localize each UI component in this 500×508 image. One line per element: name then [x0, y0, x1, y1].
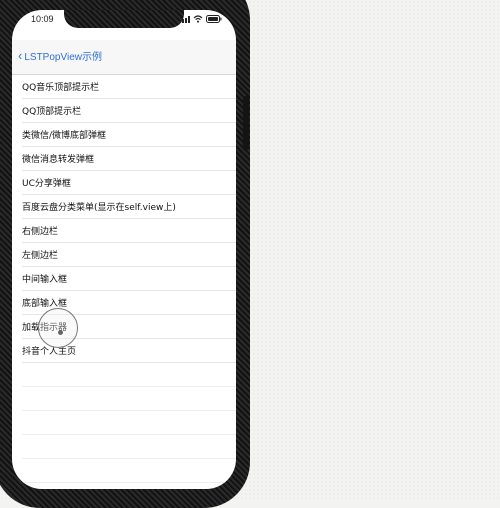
list-item-uc-share[interactable]: UC分享弹框 — [22, 171, 236, 195]
signal-icon — [179, 15, 190, 23]
list-item-center-input[interactable]: 中间输入框 — [22, 267, 236, 291]
list-item-label: 左侧边栏 — [22, 251, 59, 261]
list-item-label: 百度云盘分类菜单(显示在self.view上) — [22, 203, 176, 213]
phone-side-button — [243, 96, 249, 150]
empty-row — [22, 363, 236, 387]
list-item-label: QQ音乐顶部提示栏 — [22, 83, 100, 93]
popview-demo-list: QQ音乐顶部提示栏 QQ顶部提示栏 类微信/微博底部弹框 微信消息转发弹框 UC… — [12, 75, 236, 483]
list-item-qq-music-top-bar[interactable]: QQ音乐顶部提示栏 — [22, 75, 236, 99]
list-item-wechat-bottom-sheet[interactable]: 类微信/微博底部弹框 — [22, 123, 236, 147]
list-item-baidu-menu[interactable]: 百度云盘分类菜单(显示在self.view上) — [22, 195, 236, 219]
chevron-left-icon: ‹ — [18, 48, 23, 63]
list-item-qq-top-bar[interactable]: QQ顶部提示栏 — [22, 99, 236, 123]
list-item-left-sidebar[interactable]: 左侧边栏 — [22, 243, 236, 267]
list-item-label: 底部输入框 — [22, 299, 68, 309]
list-item-wechat-forward[interactable]: 微信消息转发弹框 — [22, 147, 236, 171]
navigation-bar: ‹ LSTPopView示例 — [12, 40, 236, 75]
list-item-label: 类微信/微博底部弹框 — [22, 131, 107, 141]
empty-row — [22, 435, 236, 459]
list-item-label: 右侧边栏 — [22, 227, 59, 237]
list-item-label: UC分享弹框 — [22, 179, 71, 189]
wifi-icon — [193, 15, 203, 23]
list-item-right-sidebar[interactable]: 右侧边栏 — [22, 219, 236, 243]
empty-row — [22, 411, 236, 435]
notch — [64, 10, 184, 28]
back-button[interactable]: ‹ LSTPopView示例 — [18, 48, 102, 63]
phone-screen: 10:09 ‹ LSTPopView示例 QQ音乐顶部提示栏 QQ顶部提示栏 类… — [12, 10, 236, 489]
back-button-label: LSTPopView示例 — [24, 52, 102, 63]
status-time: 10:09 — [31, 14, 54, 24]
list-item-label: 微信消息转发弹框 — [22, 155, 95, 165]
list-item-label: QQ顶部提示栏 — [22, 107, 82, 117]
empty-row — [22, 387, 236, 411]
list-item-label: 中间输入框 — [22, 275, 68, 285]
touch-indicator — [38, 308, 78, 348]
status-bar: 10:09 — [12, 10, 236, 40]
empty-row — [22, 459, 236, 483]
battery-icon — [206, 15, 222, 23]
status-icons — [179, 15, 222, 23]
